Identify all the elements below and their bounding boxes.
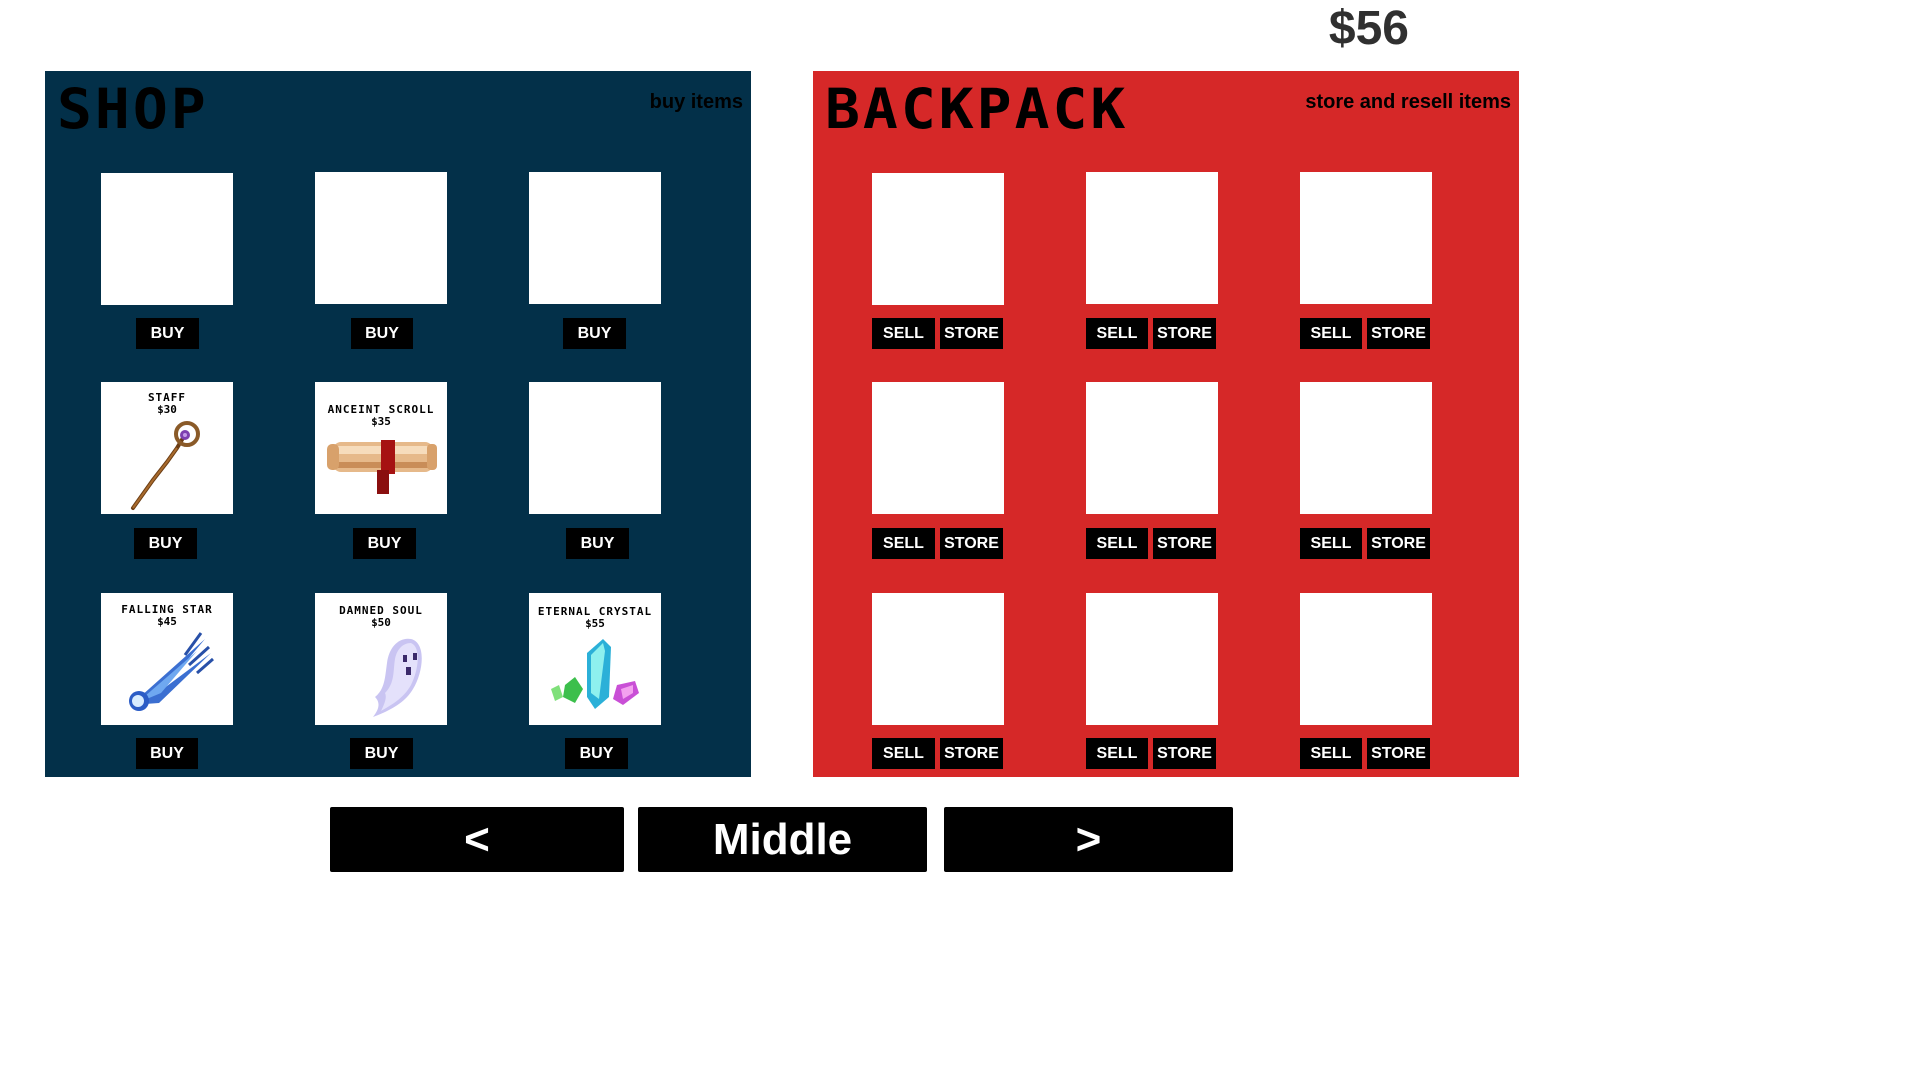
buy-button[interactable]: BUY bbox=[136, 318, 199, 349]
sell-button[interactable]: SELL bbox=[872, 528, 935, 559]
buy-button[interactable]: BUY bbox=[136, 738, 198, 769]
falling-star-icon bbox=[129, 632, 214, 711]
scroll-icon bbox=[327, 440, 437, 494]
shop-slot-3[interactable] bbox=[529, 172, 661, 304]
shop-slot-scroll[interactable]: ANCEINT SCROLL $35 bbox=[315, 382, 447, 514]
backpack-slot[interactable] bbox=[1086, 172, 1218, 304]
sell-button[interactable]: SELL bbox=[1086, 528, 1148, 559]
shop-slot-damned-soul[interactable]: DAMNED SOUL $50 bbox=[315, 593, 447, 725]
shop-slot-1[interactable] bbox=[101, 173, 233, 305]
backpack-slot[interactable] bbox=[1086, 382, 1218, 514]
shop-slot-staff[interactable]: STAFF $30 bbox=[101, 382, 233, 514]
sell-button[interactable]: SELL bbox=[1086, 318, 1148, 349]
ghost-icon bbox=[373, 638, 422, 717]
shop-slot-falling-star[interactable]: FALLING STAR $45 bbox=[101, 593, 233, 725]
sell-button[interactable]: SELL bbox=[1086, 738, 1148, 769]
shop-panel: SHOP buy items BUY BUY BUY STAFF $30 BUY… bbox=[45, 71, 751, 777]
money-counter: $56 bbox=[1328, 2, 1409, 55]
backpack-slot[interactable] bbox=[872, 593, 1004, 725]
buy-button[interactable]: BUY bbox=[353, 528, 416, 559]
prev-button[interactable]: < bbox=[330, 807, 624, 872]
store-button[interactable]: STORE bbox=[940, 528, 1003, 559]
sell-button[interactable]: SELL bbox=[872, 738, 935, 769]
shop-title: SHOP bbox=[57, 76, 209, 142]
backpack-subtitle: store and resell items bbox=[1305, 91, 1511, 113]
sell-button[interactable]: SELL bbox=[1300, 738, 1362, 769]
store-button[interactable]: STORE bbox=[940, 738, 1003, 769]
shop-slot-2[interactable] bbox=[315, 172, 447, 304]
store-button[interactable]: STORE bbox=[1367, 738, 1430, 769]
next-button[interactable]: > bbox=[944, 807, 1233, 872]
backpack-slot[interactable] bbox=[872, 382, 1004, 514]
shop-slot-eternal-crystal[interactable]: ETERNAL CRYSTAL $55 bbox=[529, 593, 661, 725]
buy-button[interactable]: BUY bbox=[563, 318, 626, 349]
backpack-slot[interactable] bbox=[1300, 382, 1432, 514]
store-button[interactable]: STORE bbox=[1153, 738, 1216, 769]
middle-button[interactable]: Middle bbox=[638, 807, 927, 872]
backpack-title: BACKPACK bbox=[825, 76, 1129, 142]
buy-button[interactable]: BUY bbox=[566, 528, 629, 559]
store-button[interactable]: STORE bbox=[1153, 318, 1216, 349]
store-button[interactable]: STORE bbox=[1153, 528, 1216, 559]
shop-subtitle: buy items bbox=[649, 91, 743, 113]
backpack-slot[interactable] bbox=[1300, 593, 1432, 725]
buy-button[interactable]: BUY bbox=[565, 738, 628, 769]
sell-button[interactable]: SELL bbox=[1300, 318, 1362, 349]
shop-slot-6[interactable] bbox=[529, 382, 661, 514]
sell-button[interactable]: SELL bbox=[1300, 528, 1362, 559]
sell-button[interactable]: SELL bbox=[872, 318, 935, 349]
store-button[interactable]: STORE bbox=[940, 318, 1003, 349]
backpack-slot[interactable] bbox=[1300, 172, 1432, 304]
buy-button[interactable]: BUY bbox=[351, 318, 413, 349]
staff-icon bbox=[131, 421, 200, 510]
backpack-slot[interactable] bbox=[872, 173, 1004, 305]
buy-button[interactable]: BUY bbox=[350, 738, 413, 769]
buy-button[interactable]: BUY bbox=[134, 528, 197, 559]
backpack-panel: BACKPACK store and resell items SELL STO… bbox=[813, 71, 1519, 777]
backpack-slot[interactable] bbox=[1086, 593, 1218, 725]
crystal-icon bbox=[551, 639, 639, 709]
store-button[interactable]: STORE bbox=[1367, 318, 1430, 349]
store-button[interactable]: STORE bbox=[1367, 528, 1430, 559]
